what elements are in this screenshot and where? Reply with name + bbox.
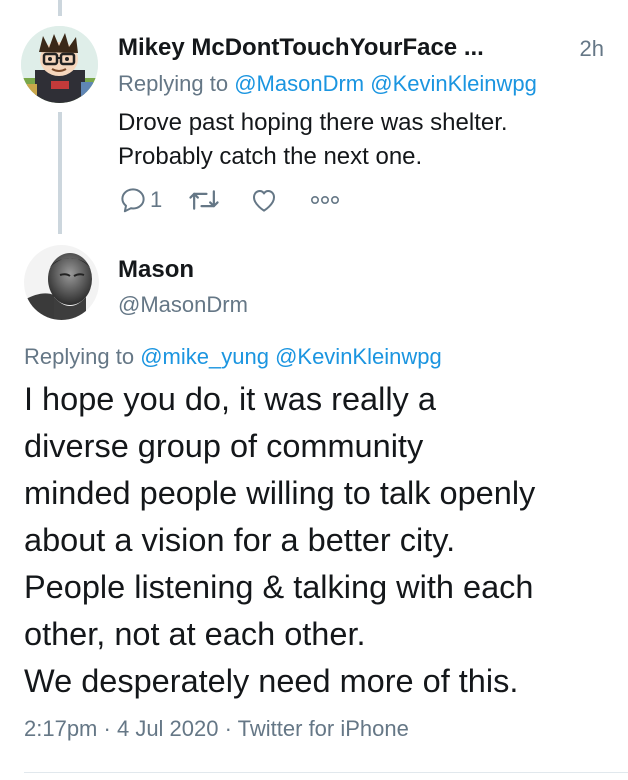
reply-count: 1 — [150, 187, 163, 212]
replying-to-label: Replying to — [24, 344, 135, 369]
tweet-source[interactable]: Twitter for iPhone — [238, 716, 409, 741]
mention-link[interactable]: @mike_yung — [140, 344, 269, 369]
like-button[interactable] — [248, 183, 280, 217]
tweet-text-line: minded people willing to talk openly — [24, 475, 536, 511]
display-name[interactable]: Mikey McDontTouchYourFace ... — [118, 34, 484, 61]
reply-icon — [121, 188, 145, 213]
tweet-text: I hope you do, it was really a diverse g… — [24, 376, 614, 705]
display-name[interactable]: Mason — [118, 256, 194, 284]
action-bar: 1 — [118, 183, 418, 217]
tweet-date[interactable]: 4 Jul 2020 — [117, 716, 219, 741]
retweet-icon — [189, 190, 219, 210]
tweet-text-line: People listening & talking with each — [24, 569, 534, 605]
avatar-photo — [24, 245, 99, 320]
tweet-text-line: diverse group of community — [24, 428, 424, 464]
divider — [24, 772, 628, 773]
more-button[interactable] — [308, 183, 342, 217]
replying-to-line: Replying to @mike_yung @KevinKleinwpg — [24, 344, 442, 370]
tweet-text: Drove past hoping there was shelter. Pro… — [118, 106, 608, 174]
reply-button[interactable]: 1 — [118, 183, 162, 217]
mention-link[interactable]: @KevinKleinwpg — [370, 71, 537, 96]
tweet-text-line: Probably catch the next one. — [118, 143, 423, 170]
avatar[interactable] — [21, 26, 98, 103]
reply-header: Mikey McDontTouchYourFace ... 2h — [118, 34, 608, 68]
tweet-text-line: We desperately need more of this. — [24, 663, 519, 699]
more-icon — [310, 195, 339, 205]
username-handle[interactable]: @MasonDrm — [118, 292, 248, 318]
reply-tweet[interactable]: Mikey McDontTouchYourFace ... 2h Replyin… — [0, 0, 628, 236]
tweet-text-line: about a vision for a better city. — [24, 522, 456, 558]
replying-to-line: Replying to @MasonDrm @KevinKleinwpg — [118, 71, 537, 97]
tweet-metadata: 2:17pm · 4 Jul 2020 · Twitter for iPhone — [24, 716, 409, 742]
meta-separator: · — [224, 716, 232, 741]
tweet-thread-view: Mikey McDontTouchYourFace ... 2h Replyin… — [0, 0, 628, 780]
timestamp[interactable]: 2h — [580, 36, 604, 62]
retweet-button[interactable] — [188, 183, 220, 217]
like-icon — [253, 190, 275, 212]
mention-link[interactable]: @KevinKleinwpg — [275, 344, 442, 369]
tweet-text-line: other, not at each other. — [24, 616, 366, 652]
meta-separator: · — [103, 716, 111, 741]
tweet-text-line: Drove past hoping there was shelter. — [118, 109, 508, 136]
avatar-cartoon-image — [21, 26, 98, 103]
tweet-time[interactable]: 2:17pm — [24, 716, 97, 741]
mention-link[interactable]: @MasonDrm — [234, 71, 364, 96]
tweet-text-line: I hope you do, it was really a — [24, 381, 436, 417]
replying-to-label: Replying to — [118, 71, 229, 96]
avatar[interactable] — [24, 245, 99, 320]
